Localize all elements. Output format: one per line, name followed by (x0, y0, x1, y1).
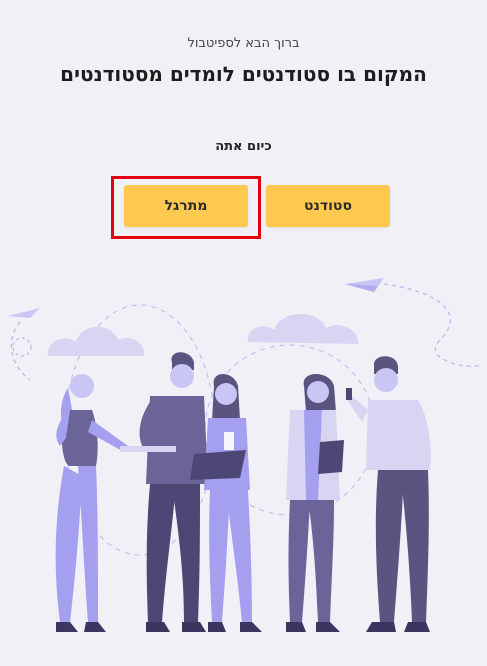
person-figure (55, 374, 128, 632)
tutor-button[interactable]: מתרגל (124, 185, 248, 227)
paper-plane-icon (8, 308, 40, 318)
person-figure (120, 352, 208, 632)
paper-plane-icon (345, 278, 384, 292)
page-headline: המקום בו סטודנטים לומדים מסטודנטים (60, 62, 427, 86)
group-of-people-illustration (8, 278, 481, 632)
cloud-icon (47, 326, 145, 356)
welcome-text: ברוך הבא לספיטבול (187, 36, 300, 51)
person-figure (346, 356, 431, 632)
role-prompt: כיום אתה (215, 139, 272, 154)
person-figure (286, 374, 344, 632)
student-button[interactable]: סטודנט (266, 185, 390, 227)
cloud-icon (247, 313, 359, 344)
